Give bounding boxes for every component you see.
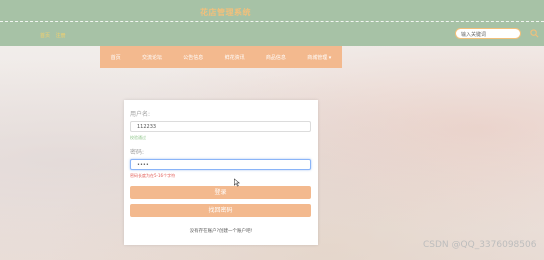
header-divider	[0, 21, 544, 22]
nav-item-shop-admin[interactable]: 商城管理 ▾	[305, 54, 333, 61]
password-field[interactable]: ••••	[130, 159, 311, 170]
username-valid-hint: 校验通过	[130, 135, 146, 140]
search-input[interactable]: 输入关键词	[455, 28, 521, 39]
username-field[interactable]: 112233	[130, 121, 311, 132]
search-icon[interactable]	[530, 29, 539, 38]
register-link[interactable]: 没有存在账户?创建一个账户吧!	[124, 228, 318, 234]
header: 花店管理系统 首页 注册 输入关键词	[0, 0, 544, 46]
password-error-hint: 密码长度为在5-16个字符	[130, 173, 176, 178]
login-button[interactable]: 登录	[130, 186, 311, 199]
nav-item-products[interactable]: 商品信息	[264, 54, 288, 61]
nav-item-flower-news[interactable]: 鲜花资讯	[223, 54, 247, 61]
password-label: 密码:	[130, 149, 145, 156]
username-label: 用户名:	[130, 111, 151, 118]
watermark: CSDN @QQ_3376098506	[423, 240, 537, 250]
header-link-home[interactable]: 首页	[40, 33, 50, 39]
main-nav: 首页 交流论坛 公告信息 鲜花资讯 商品信息 商城管理 ▾	[100, 46, 342, 68]
mouse-cursor-icon	[234, 178, 241, 187]
header-links: 首页 注册	[40, 32, 70, 39]
forgot-password-button[interactable]: 找回密码	[130, 204, 311, 217]
site-title: 花店管理系统	[200, 8, 251, 17]
login-card: 用户名: 112233 校验通过 密码: •••• 密码长度为在5-16个字符 …	[124, 100, 318, 245]
header-link-register[interactable]: 注册	[56, 33, 66, 39]
nav-item-home[interactable]: 首页	[109, 54, 123, 61]
nav-item-forum[interactable]: 交流论坛	[140, 54, 164, 61]
nav-item-announcements[interactable]: 公告信息	[181, 54, 205, 61]
